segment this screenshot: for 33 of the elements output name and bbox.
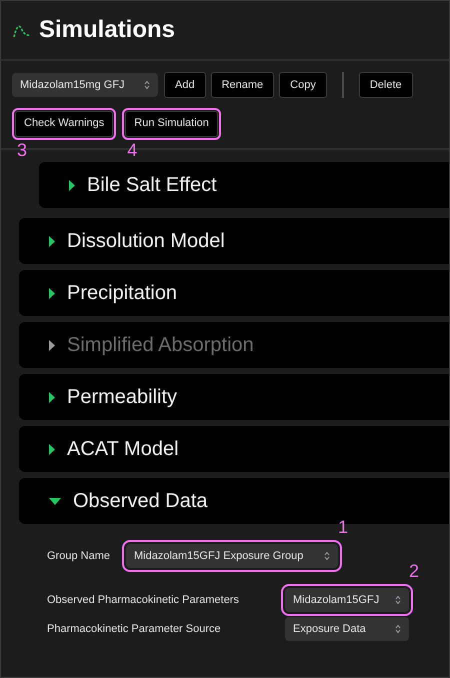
caret-right-icon bbox=[49, 236, 55, 246]
section-header[interactable]: ACAT Model bbox=[19, 426, 449, 472]
caret-right-icon bbox=[49, 340, 55, 350]
action-button[interactable]: Check Warnings bbox=[15, 110, 114, 137]
action-button[interactable]: Run Simulation bbox=[125, 110, 218, 137]
dropdown[interactable]: Exposure Data bbox=[285, 617, 409, 641]
toolbar-button[interactable]: Rename bbox=[210, 72, 274, 98]
caret-right-icon bbox=[49, 392, 55, 402]
spinner-icon bbox=[324, 551, 330, 561]
spinner-icon bbox=[144, 80, 150, 90]
delete-button[interactable]: Delete bbox=[358, 72, 413, 98]
page-title: Simulations bbox=[39, 15, 176, 45]
callout-number: 3 bbox=[17, 141, 28, 160]
caret-right-icon bbox=[49, 444, 55, 454]
callout-number: 4 bbox=[127, 141, 138, 160]
toolbar-button[interactable]: Copy bbox=[279, 72, 327, 98]
field-label: Pharmacokinetic Parameter Source bbox=[47, 622, 222, 637]
section-header[interactable]: Precipitation bbox=[19, 270, 449, 316]
caret-down-icon bbox=[49, 498, 61, 504]
section-header[interactable]: Permeability bbox=[19, 374, 449, 420]
caret-right-icon bbox=[49, 288, 55, 298]
spinner-icon bbox=[395, 595, 401, 605]
field-label: Observed Pharmacokinetic Parameters bbox=[47, 592, 240, 608]
toolbar-button[interactable]: Add bbox=[164, 72, 206, 98]
caret-right-icon bbox=[69, 180, 75, 190]
spinner-icon bbox=[395, 624, 401, 634]
dropdown[interactable]: Midazolam15GFJ Exposure Group bbox=[126, 544, 338, 568]
section-header[interactable]: Dissolution Model bbox=[19, 218, 449, 264]
section-header[interactable]: Bile Salt Effect bbox=[39, 162, 449, 208]
field-label: Group Name bbox=[47, 548, 110, 564]
callout-number: 2 bbox=[408, 562, 419, 580]
dropdown[interactable]: Midazolam15mg GFJ bbox=[12, 73, 158, 97]
dropdown[interactable]: Midazolam15GFJ bbox=[285, 588, 409, 612]
